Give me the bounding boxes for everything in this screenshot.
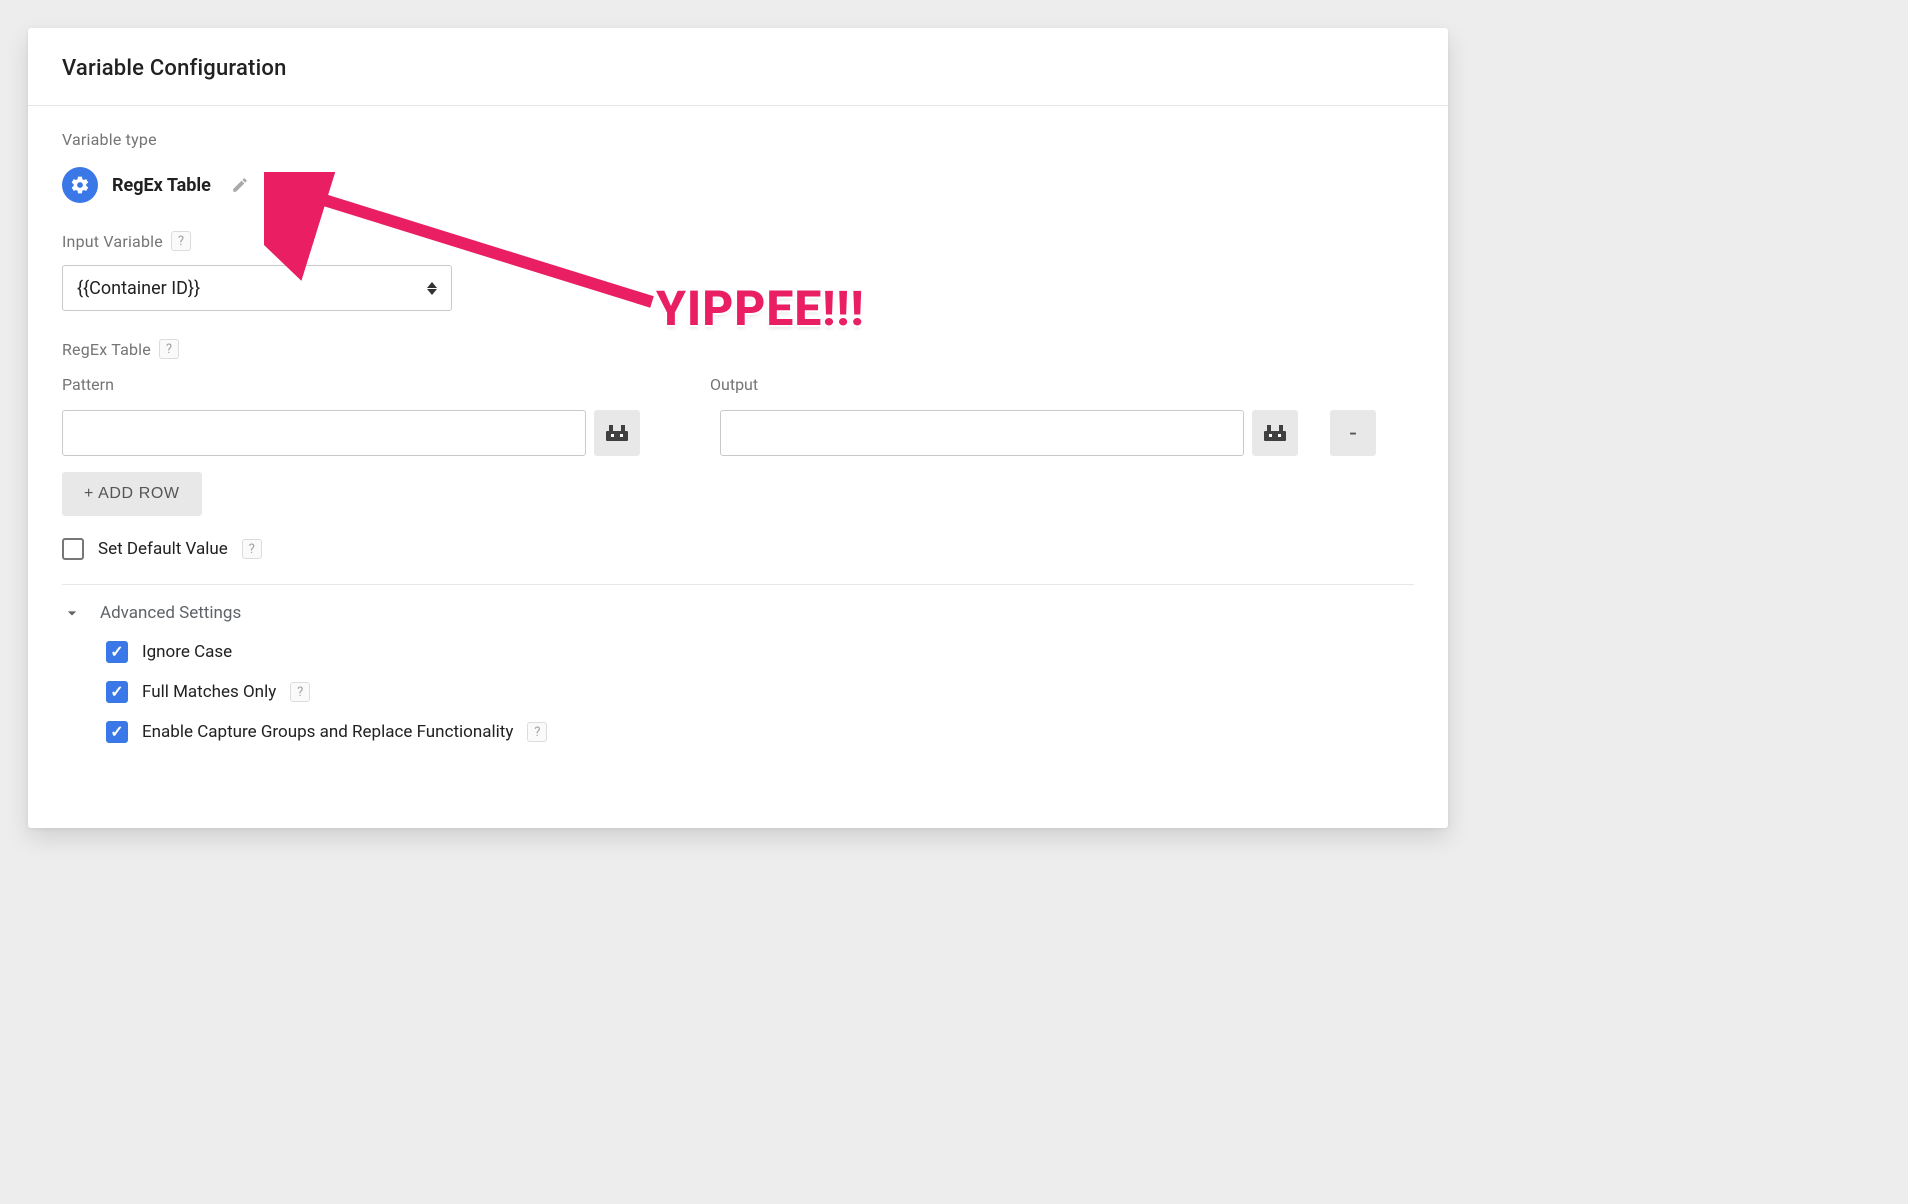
pencil-icon[interactable] xyxy=(231,176,249,194)
select-caret-icon xyxy=(427,282,437,295)
variable-type-label: Variable type xyxy=(62,130,1414,149)
panel-title: Variable Configuration xyxy=(62,56,1414,81)
add-row-button[interactable]: + ADD ROW xyxy=(62,472,202,516)
capture-groups-row: Enable Capture Groups and Replace Functi… xyxy=(106,721,1414,743)
input-variable-label: Input Variable xyxy=(62,232,163,251)
chevron-down-icon xyxy=(62,603,82,623)
output-cell xyxy=(720,410,1298,456)
output-input[interactable] xyxy=(720,410,1244,456)
regex-table-section: RegEx Table ? Pattern Output xyxy=(62,339,1414,743)
ignore-case-checkbox[interactable] xyxy=(106,641,128,663)
pattern-cell xyxy=(62,410,640,456)
help-icon[interactable]: ? xyxy=(290,682,310,702)
variable-picker-button[interactable] xyxy=(1252,410,1298,456)
remove-row-button[interactable]: - xyxy=(1330,410,1376,456)
divider xyxy=(62,584,1414,585)
set-default-row: Set Default Value ? xyxy=(62,538,1414,560)
help-icon[interactable]: ? xyxy=(171,231,191,251)
panel-body: Variable type RegEx Table Input Variable… xyxy=(28,106,1448,743)
capture-groups-label: Enable Capture Groups and Replace Functi… xyxy=(142,722,513,742)
brick-icon xyxy=(1264,425,1286,441)
input-variable-value: {{Container ID}} xyxy=(77,278,200,299)
help-icon[interactable]: ? xyxy=(242,539,262,559)
full-matches-row: Full Matches Only ? xyxy=(106,681,1414,703)
table-row: - xyxy=(62,410,1414,456)
input-variable-select[interactable]: {{Container ID}} xyxy=(62,265,452,311)
panel-header: Variable Configuration xyxy=(28,28,1448,106)
advanced-settings-label: Advanced Settings xyxy=(100,603,241,623)
help-icon[interactable]: ? xyxy=(159,339,179,359)
advanced-settings-toggle[interactable]: Advanced Settings xyxy=(62,603,1414,623)
help-icon[interactable]: ? xyxy=(527,722,547,742)
input-variable-section: Input Variable ? {{Container ID}} xyxy=(62,231,1414,311)
pattern-header: Pattern xyxy=(62,375,640,394)
brick-icon xyxy=(606,425,628,441)
set-default-checkbox[interactable] xyxy=(62,538,84,560)
regex-table-headers: Pattern Output xyxy=(62,369,1414,394)
advanced-settings-body: Ignore Case Full Matches Only ? Enable C… xyxy=(62,641,1414,743)
output-header: Output xyxy=(710,375,758,394)
ignore-case-label: Ignore Case xyxy=(142,642,232,662)
variable-type-name: RegEx Table xyxy=(112,175,211,196)
variable-picker-button[interactable] xyxy=(594,410,640,456)
regex-table-label: RegEx Table xyxy=(62,340,151,359)
variable-type-row: RegEx Table xyxy=(62,167,1414,203)
pattern-input[interactable] xyxy=(62,410,586,456)
set-default-label: Set Default Value xyxy=(98,539,228,559)
capture-groups-checkbox[interactable] xyxy=(106,721,128,743)
full-matches-label: Full Matches Only xyxy=(142,682,276,702)
ignore-case-row: Ignore Case xyxy=(106,641,1414,663)
variable-config-panel: Variable Configuration Variable type Reg… xyxy=(28,28,1448,828)
full-matches-checkbox[interactable] xyxy=(106,681,128,703)
gear-icon xyxy=(62,167,98,203)
